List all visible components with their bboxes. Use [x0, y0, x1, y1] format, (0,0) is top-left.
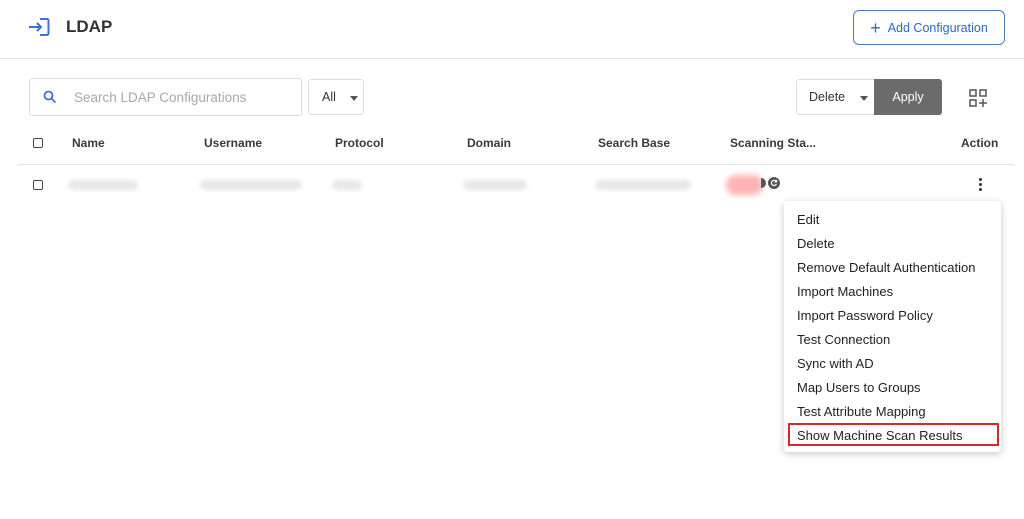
- search-icon: [43, 90, 57, 104]
- column-header-scanning-status[interactable]: Scanning Sta...: [730, 136, 816, 150]
- menu-item-show-machine-scan-results[interactable]: Show Machine Scan Results: [797, 428, 962, 443]
- apply-button[interactable]: Apply: [874, 79, 942, 115]
- login-icon: [29, 18, 50, 36]
- scanning-status-badge: [726, 175, 763, 195]
- domain-cell-redacted: [463, 180, 527, 190]
- menu-item-test-attribute-mapping[interactable]: Test Attribute Mapping: [797, 404, 926, 419]
- plus-icon: +: [870, 17, 881, 38]
- page-title: LDAP: [66, 17, 113, 36]
- column-header-action: Action: [961, 136, 999, 150]
- column-header-name[interactable]: Name: [72, 136, 105, 150]
- menu-item-map-users-to-groups[interactable]: Map Users to Groups: [797, 380, 921, 395]
- refresh-icon[interactable]: [768, 177, 780, 189]
- search-base-cell-redacted: [595, 180, 691, 190]
- add-configuration-button[interactable]: + Add Configuration: [853, 10, 1005, 45]
- caret-down-icon: [860, 96, 868, 101]
- add-configuration-label: Add Configuration: [887, 20, 988, 35]
- caret-down-icon: [350, 96, 358, 101]
- protocol-cell-redacted: [332, 180, 362, 190]
- filter-selected-value: All: [322, 90, 336, 104]
- page-header: LDAP + Add Configuration: [0, 0, 1024, 59]
- filter-select[interactable]: All: [308, 79, 364, 115]
- row-checkbox[interactable]: [33, 180, 43, 190]
- table-row[interactable]: [18, 166, 1014, 206]
- bulk-action-select[interactable]: Delete: [796, 79, 875, 115]
- row-action-menu: Edit Delete Remove Default Authenticatio…: [784, 201, 1001, 452]
- column-header-username[interactable]: Username: [204, 136, 262, 150]
- search-box[interactable]: [29, 78, 302, 116]
- menu-item-sync-with-ad[interactable]: Sync with AD: [797, 356, 874, 371]
- menu-item-delete[interactable]: Delete: [797, 236, 835, 251]
- select-all-checkbox[interactable]: [33, 138, 43, 148]
- menu-item-test-connection[interactable]: Test Connection: [797, 332, 890, 347]
- menu-item-edit[interactable]: Edit: [797, 212, 819, 227]
- username-cell-redacted: [200, 180, 302, 190]
- status-indicator: [761, 178, 766, 188]
- menu-item-remove-default-authentication[interactable]: Remove Default Authentication: [797, 260, 976, 275]
- menu-item-import-password-policy[interactable]: Import Password Policy: [797, 308, 933, 323]
- menu-item-import-machines[interactable]: Import Machines: [797, 284, 893, 299]
- bulk-action-value: Delete: [809, 90, 846, 104]
- column-header-domain[interactable]: Domain: [467, 136, 511, 150]
- column-header-search-base[interactable]: Search Base: [598, 136, 670, 150]
- column-header-protocol[interactable]: Protocol: [335, 136, 384, 150]
- customize-columns-icon[interactable]: [969, 89, 987, 107]
- row-actions-kebab-icon[interactable]: [975, 177, 985, 193]
- table-header: Name Username Protocol Domain Search Bas…: [18, 124, 1014, 165]
- name-cell-redacted: [68, 180, 138, 190]
- search-input[interactable]: [74, 79, 294, 115]
